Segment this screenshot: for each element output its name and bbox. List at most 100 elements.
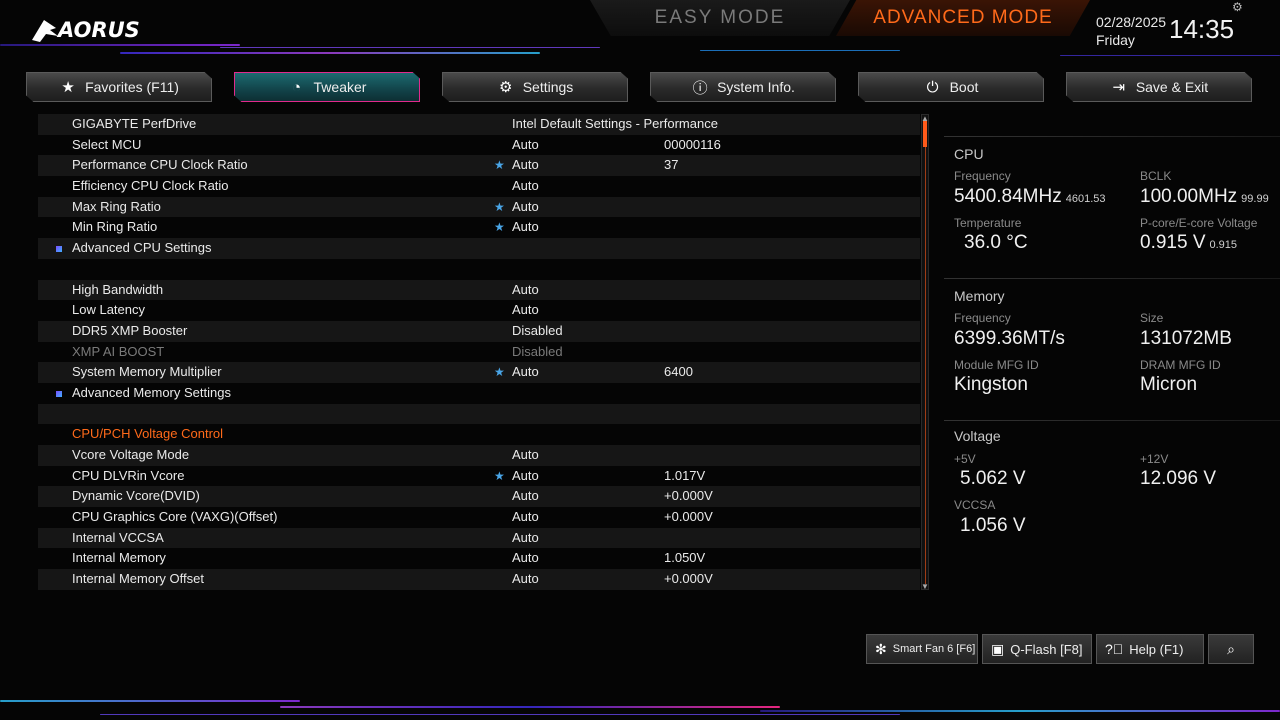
spacer-row [38,259,920,280]
setting-row[interactable]: Low Latency Auto [38,300,920,321]
vccsa-value: 1.056 V [960,515,1026,536]
qflash-button[interactable]: ▣ Q-Flash [F8] [982,634,1092,664]
setting-name: CPU Graphics Core (VAXG)(Offset) [72,509,278,525]
setting-row[interactable]: Performance CPU Clock Ratio ★ Auto 37 [38,155,920,177]
easy-mode-button[interactable]: EASY MODE [590,0,850,36]
setting-name: Select MCU [72,136,142,152]
qflash-label: Q-Flash [F8] [1010,641,1083,657]
tab-favorites[interactable]: ★ Favorites (F11) [26,72,212,102]
setting-row[interactable]: DDR5 XMP Booster Disabled [38,320,920,342]
setting-row[interactable]: CPU DLVRin Vcore ★ Auto 1.017V [38,466,920,487]
setting-value: Auto [512,529,539,545]
date-text: 02/28/2025 [1096,14,1167,30]
tab-save-exit[interactable]: ⇥ Save & Exit [1066,72,1252,102]
tab-label: Settings [522,79,574,95]
search-button[interactable]: ⌕ [1208,634,1254,664]
bclk-value: 100.00MHz 99.99 [1140,186,1269,207]
favorite-star-icon[interactable]: ★ [494,197,505,218]
setting-row[interactable]: Vcore Voltage Mode Auto [38,445,920,466]
memory-size-value: 131072MB [1140,328,1232,349]
tab-boot[interactable]: ⏻ Boot [858,72,1044,102]
gear-icon: ⚙ [498,79,513,96]
scroll-down-icon[interactable]: ▼ [921,582,929,591]
dram-mfg-value: Micron [1140,374,1198,395]
setting-row[interactable]: Max Ring Ratio ★ Auto [38,196,920,218]
setting-current-value: 1.017V [664,467,706,483]
cpu-temperature-label: Temperature [954,216,1022,230]
setting-row[interactable]: Select MCU Auto 00000116 [38,135,920,156]
memory-size-label: Size [1140,311,1164,325]
tab-label: Favorites (F11) [85,79,179,95]
tab-settings[interactable]: ⚙ Settings [442,72,628,102]
scroll-up-icon[interactable]: ▲ [921,114,929,123]
help-icon: ?⃝ [1105,641,1124,657]
memory-frequency-value: 6399.36MT/s [954,328,1065,349]
setting-row[interactable]: CPU Graphics Core (VAXG)(Offset) Auto +0.0… [38,507,920,528]
smart-fan-button[interactable]: ✻ Smart Fan 6 [F6] [866,634,978,664]
setting-row[interactable]: Internal Memory Auto 1.050V [38,548,920,569]
tab-label: Boot [949,79,979,95]
setting-value: Auto [512,178,539,194]
setting-current-value: +0.000V [664,488,713,504]
setting-value: Disabled [512,343,563,359]
dram-mfg-label: DRAM MFG ID [1140,358,1221,372]
setting-value: Auto [512,509,539,525]
setting-name: XMP AI BOOST [72,343,165,359]
setting-row[interactable]: GIGABYTE PerfDrive Intel Default Settings… [38,114,920,135]
setting-value: Disabled [512,322,563,338]
module-mfg-label: Module MFG ID [954,358,1039,372]
help-label: Help (F1) [1129,641,1184,657]
voltage-title: Voltage [954,428,1001,444]
help-button[interactable]: ?⃝ Help (F1) [1096,634,1204,664]
setting-name: CPU DLVRin Vcore [72,467,185,483]
core-voltage-value: 0.915 V 0.915 [1140,232,1238,253]
cpu-frequency-value: 5400.84MHz 4601.53 [954,186,1106,207]
favorite-star-icon[interactable]: ★ [494,362,505,383]
setting-value: Auto [512,302,539,318]
tab-tweaker[interactable]: ◔ Tweaker [234,72,420,102]
setting-row[interactable]: Advanced CPU Settings [38,238,920,259]
setting-value: Auto [512,550,539,566]
speedometer-icon: ◔ [292,78,302,96]
setting-name: Dynamic Vcore(DVID) [72,488,200,504]
cpu-temperature-value: 36.0 °C [964,232,1028,253]
scrollbar-rail [925,140,926,584]
tab-system-info[interactable]: ⓘ System Info. [650,72,836,102]
setting-name: Low Latency [72,302,145,318]
vccsa-label: VCCSA [954,498,996,512]
module-mfg-value: Kingston [954,374,1028,395]
setting-value: Auto [512,447,539,462]
advanced-mode-button[interactable]: ADVANCED MODE [836,0,1090,36]
submenu-icon [56,390,62,397]
favorite-star-icon[interactable]: ★ [494,217,505,238]
memory-title: Memory [954,288,1005,304]
gear-icon[interactable]: ⚙ [1232,0,1243,14]
setting-name: CPU/PCH Voltage Control [72,426,224,442]
info-icon: ⓘ [692,79,708,97]
spacer-row [38,403,920,425]
setting-row[interactable]: Advanced Memory Settings [38,383,920,404]
setting-name: System Memory Multiplier [72,364,222,380]
cpu-frequency-label: Frequency [954,169,1011,183]
setting-value: Auto [512,157,539,173]
setting-value: Auto [512,136,539,152]
setting-row[interactable]: Internal Memory Offset Auto +0.000V [38,569,920,590]
section-header: CPU/PCH Voltage Control [38,424,920,445]
setting-row[interactable]: Efficiency CPU Clock Ratio Auto [38,176,920,197]
setting-row[interactable]: Dynamic Vcore(DVID) Auto +0.000V [38,486,920,508]
favorite-star-icon[interactable]: ★ [494,155,505,176]
setting-row[interactable]: System Memory Multiplier ★ Auto 6400 [38,362,920,383]
setting-name: Performance CPU Clock Ratio [72,157,248,173]
setting-value: Auto [512,488,539,504]
setting-value: Auto [512,571,539,587]
setting-row[interactable]: High Bandwidth Auto [38,279,920,301]
setting-name: Vcore Voltage Mode [72,447,190,462]
setting-row[interactable]: Internal VCCSA Auto [38,527,920,549]
favorite-star-icon[interactable]: ★ [494,466,505,487]
setting-current-value: 1.050V [664,550,706,566]
setting-row[interactable]: Min Ring Ratio ★ Auto [38,217,920,238]
memory-info-panel: Memory Frequency 6399.36MT/s Size 131072… [944,278,1280,408]
submenu-icon [56,246,62,253]
setting-name: DDR5 XMP Booster [72,322,188,338]
setting-name: Advanced Memory Settings [72,384,231,400]
